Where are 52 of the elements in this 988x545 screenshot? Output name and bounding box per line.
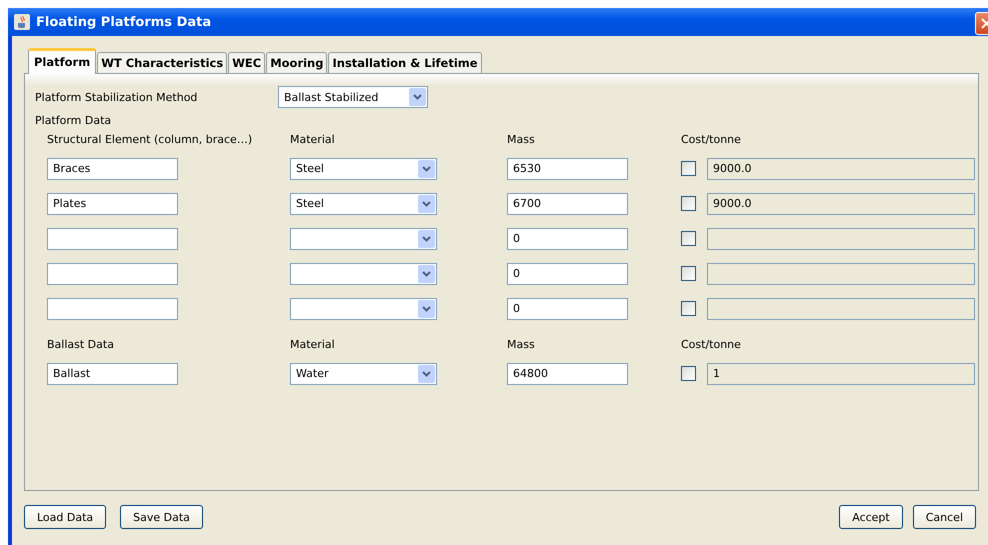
mass-field[interactable]: 0 — [507, 262, 628, 284]
cost-field[interactable] — [707, 228, 975, 250]
column-header: Material — [290, 338, 335, 350]
tab[interactable]: Mooring — [266, 52, 328, 73]
window-title: Floating Platforms Data — [36, 14, 212, 30]
checkbox[interactable] — [681, 366, 696, 381]
cost-field[interactable]: 1 — [707, 362, 975, 384]
action-button[interactable]: Accept — [839, 505, 903, 529]
material-dropdown[interactable] — [290, 262, 437, 284]
checkbox[interactable] — [681, 266, 696, 281]
material-dropdown[interactable]: Water — [290, 362, 437, 384]
column-header: Ballast Data — [47, 338, 114, 350]
cost-field[interactable] — [707, 298, 975, 320]
mass-field[interactable]: 64800 — [507, 362, 628, 384]
column-header: Mass — [507, 132, 535, 146]
java-cup-icon — [14, 14, 30, 30]
material-dropdown[interactable]: Steel — [290, 192, 437, 214]
column-header: Structural Element (column, brace…) — [47, 132, 252, 146]
cost-field[interactable] — [707, 262, 975, 284]
mass-field[interactable]: 6530 — [507, 158, 628, 180]
column-header: Cost/tonne — [681, 338, 741, 350]
material-dropdown[interactable]: Steel — [290, 158, 437, 180]
mass-field[interactable]: 6700 — [507, 192, 628, 214]
element-field[interactable]: Ballast — [47, 362, 178, 384]
element-field[interactable]: Plates — [47, 192, 178, 214]
tab[interactable]: WT Characteristics — [97, 52, 228, 73]
element-field[interactable] — [47, 298, 178, 320]
action-button[interactable]: Save Data — [120, 505, 203, 529]
column-header: Mass — [507, 338, 535, 350]
checkbox[interactable] — [681, 196, 696, 211]
mass-field[interactable]: 0 — [507, 228, 628, 250]
checkbox[interactable] — [681, 161, 696, 176]
tab[interactable]: Platform — [28, 48, 96, 74]
field-label: Platform Stabilization Method — [35, 90, 198, 104]
cost-field[interactable]: 9000.0 — [707, 192, 975, 214]
section-label: Platform Data — [35, 114, 112, 127]
checkbox[interactable] — [681, 301, 696, 316]
stabilization-dropdown[interactable]: Ballast Stabilized — [278, 86, 428, 108]
action-button[interactable]: Cancel — [912, 505, 976, 529]
element-field[interactable] — [47, 228, 178, 250]
tab[interactable]: Installation & Lifetime — [328, 52, 482, 73]
action-button[interactable]: Load Data — [24, 505, 106, 529]
column-header: Cost/tonne — [681, 132, 741, 146]
element-field[interactable] — [47, 262, 178, 284]
cost-field[interactable]: 9000.0 — [707, 158, 975, 180]
material-dropdown[interactable] — [290, 228, 437, 250]
mass-field[interactable]: 0 — [507, 298, 628, 320]
column-header: Material — [290, 132, 335, 146]
element-field[interactable]: Braces — [47, 158, 178, 180]
checkbox[interactable] — [681, 231, 696, 246]
material-dropdown[interactable] — [290, 298, 437, 320]
tab[interactable]: WEC — [228, 52, 266, 73]
